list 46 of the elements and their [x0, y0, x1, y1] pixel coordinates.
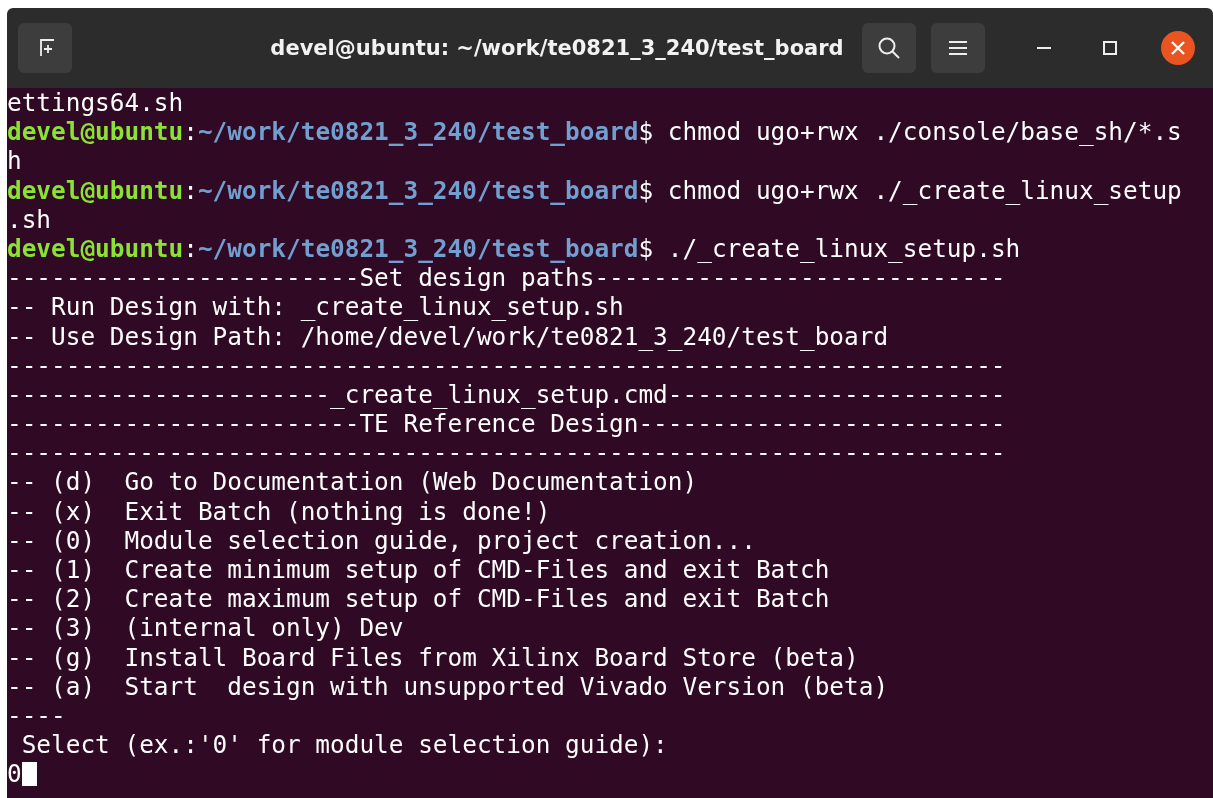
window-title: devel@ubuntu: ~/work/te0821_3_240/test_board: [269, 36, 845, 60]
prompt-path: ~/work/te0821_3_240/test_board: [197, 117, 639, 147]
output-line: -- (2) Create maximum setup of CMD-Files and exit Batch: [7, 584, 830, 614]
output-line: ettings64.sh: [7, 88, 184, 117]
output-line: ----: [7, 700, 66, 730]
prompt-user: devel@ubuntu: [7, 117, 184, 147]
output-line: -- (d) Go to Documentation (Web Documentation): [7, 467, 698, 497]
prompt-separator: :: [183, 233, 198, 263]
output-line: h: [7, 146, 22, 176]
prompt-separator: :: [183, 117, 198, 147]
output-line: -- Run Design with: _create_linux_setup.sh: [7, 292, 624, 322]
prompt-user: devel@ubuntu: [7, 233, 184, 263]
output-line: -- Use Design Path: /home/devel/work/te0821_3_240/test_board: [7, 321, 889, 351]
prompt-symbol: $: [638, 233, 654, 263]
minimize-icon: [1037, 46, 1051, 50]
new-tab-button[interactable]: [18, 23, 72, 73]
input-text: 0: [7, 759, 22, 789]
prompt-separator: :: [183, 175, 198, 205]
prompt-symbol: $: [638, 175, 654, 205]
output-line: -- (a) Start design with unsupported Vivado Version (beta): [7, 671, 889, 701]
output-line: -- (3) (internal only) Dev: [7, 613, 404, 643]
output-line: -- (x) Exit Batch (nothing is done!): [7, 496, 551, 526]
output-line: -- (0) Module selection guide, project creation...: [7, 525, 756, 555]
search-icon: [877, 36, 901, 60]
command-text: ./_create_linux_setup.sh: [666, 233, 1021, 263]
menu-icon: [949, 40, 967, 56]
output-line: ------------------------TE Reference Design-------------------------: [7, 409, 1006, 439]
output-line: Select (ex.:'0' for module selection guide):: [20, 730, 668, 760]
output-line: --------------------------------------------------------------------: [7, 350, 1006, 380]
prompt-symbol: $: [638, 117, 654, 147]
close-button[interactable]: [1161, 31, 1195, 65]
output-line: --------------------------------------------------------------------: [7, 438, 1006, 468]
output-line: .sh: [7, 204, 52, 234]
output-line: -- (g) Install Board Files from Xilinx Board Store (beta): [7, 642, 859, 672]
output-line: -- (1) Create minimum setup of CMD-Files and exit Batch: [7, 555, 830, 584]
output-line: ----------------------_create_linux_setup.cmd-----------------------: [7, 379, 1006, 409]
close-icon: [1171, 41, 1185, 55]
prompt-user: devel@ubuntu: [7, 175, 184, 205]
maximize-icon: [1103, 41, 1117, 55]
prompt-path: ~/work/te0821_3_240/test_board: [197, 233, 639, 263]
search-button[interactable]: [862, 23, 916, 73]
command-text: chmod ugo+rwx ./_create_linux_setup: [666, 175, 1182, 205]
output-line: ------------------------Set design paths----------------------------: [7, 263, 1006, 293]
command-text: chmod ugo+rwx ./console/base_sh/*.s: [666, 117, 1182, 147]
menu-button[interactable]: [931, 23, 985, 73]
prompt-path: ~/work/te0821_3_240/test_board: [197, 175, 639, 205]
